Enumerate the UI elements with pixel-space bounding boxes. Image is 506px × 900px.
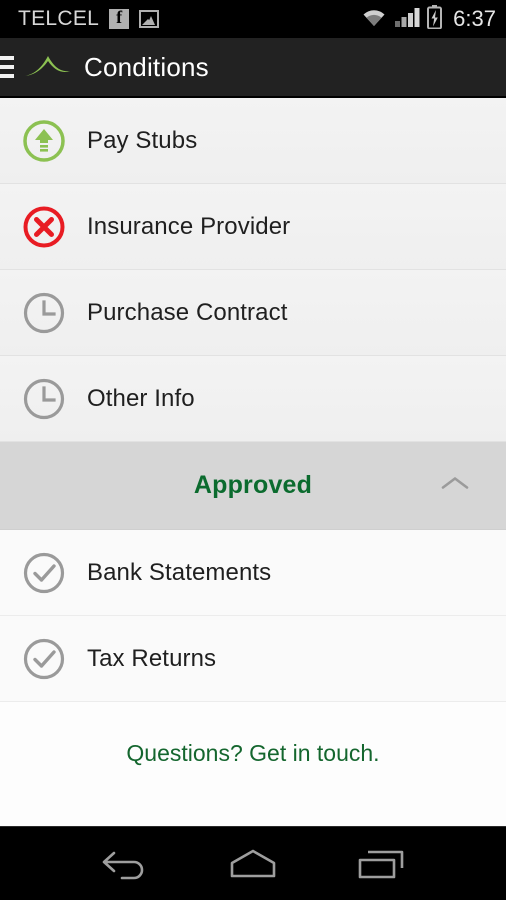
list-item-label: Pay Stubs [87, 126, 198, 154]
footer: Questions? Get in touch. [0, 702, 506, 829]
clock-circle-icon [22, 377, 66, 421]
photo-icon [139, 10, 160, 28]
status-bar: TELCEL f 6:37 [0, 0, 506, 38]
wifi-icon [361, 7, 387, 32]
clock-circle-icon [22, 291, 66, 335]
list-item-bank-statements[interactable]: Bank Statements [0, 530, 506, 616]
approved-section-header[interactable]: Approved [0, 442, 506, 530]
chevron-up-icon[interactable] [440, 474, 470, 497]
android-nav-bar [0, 826, 506, 900]
list-item-tax-returns[interactable]: Tax Returns [0, 616, 506, 702]
hamburger-bar [0, 65, 14, 69]
mountain-peak-logo [24, 48, 72, 87]
list-item-pay-stubs[interactable]: Pay Stubs [0, 98, 506, 184]
status-bar-left: TELCEL [18, 7, 160, 31]
facebook-icon [109, 7, 130, 29]
carrier-name: TELCEL [18, 7, 100, 30]
status-bar-right: 6:37 [361, 4, 496, 34]
phone-screen: TELCEL f 6:37 Conditions Pay Stubs Insur… [0, 0, 506, 900]
home-button[interactable] [224, 846, 282, 882]
hamburger-bar [0, 56, 14, 60]
list-item-label: Bank Statements [87, 558, 272, 586]
list-item-label: Tax Returns [87, 644, 217, 672]
list-item-label: Other Info [87, 384, 195, 412]
page-title: Conditions [84, 51, 209, 82]
hamburger-bar [0, 74, 14, 78]
check-circle-icon [22, 551, 66, 595]
get-in-touch-link[interactable]: Questions? Get in touch. [126, 740, 379, 767]
section-title: Approved [193, 471, 313, 499]
error-circle-icon [22, 205, 66, 249]
signal-icon [394, 7, 420, 32]
check-circle-icon [22, 637, 66, 681]
app-bar: Conditions [0, 38, 506, 98]
recent-apps-button[interactable] [354, 846, 410, 882]
battery-charging-icon [427, 4, 443, 34]
pending-conditions-list: Pay Stubs Insurance Provider Purchase Co… [0, 98, 506, 442]
hamburger-menu-icon[interactable] [0, 56, 14, 78]
back-button[interactable] [96, 846, 152, 882]
list-item-insurance-provider[interactable]: Insurance Provider [0, 184, 506, 270]
list-item-purchase-contract[interactable]: Purchase Contract [0, 270, 506, 356]
clock-time: 6:37 [453, 6, 496, 31]
list-item-label: Insurance Provider [87, 212, 291, 240]
list-item-label: Purchase Contract [87, 298, 288, 326]
list-item-other-info[interactable]: Other Info [0, 356, 506, 442]
upload-circle-icon [22, 119, 66, 163]
approved-conditions-list: Bank Statements Tax Returns [0, 530, 506, 702]
